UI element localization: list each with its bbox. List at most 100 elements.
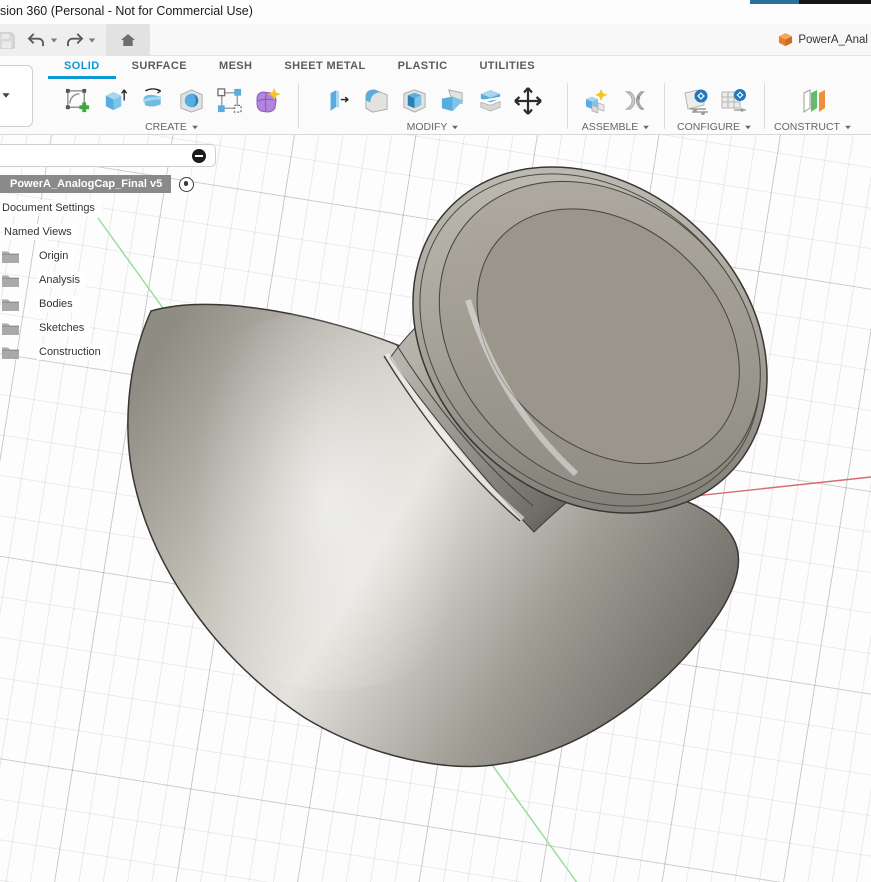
split-body-button[interactable] xyxy=(471,82,509,120)
dropdown-arrow-icon xyxy=(745,125,751,129)
browser-item-label: Sketches xyxy=(37,320,90,336)
shell-button[interactable] xyxy=(395,82,433,120)
document-tab-strip xyxy=(150,24,871,56)
browser-item-label: Named Views xyxy=(2,224,78,240)
folder-icon xyxy=(2,274,19,287)
home-tab-button[interactable] xyxy=(106,24,150,56)
dropdown-arrow-icon xyxy=(2,93,9,98)
browser-tab-dark xyxy=(799,0,871,4)
create-form-button[interactable] xyxy=(248,82,286,120)
construct-group-label-text: CONSTRUCT xyxy=(774,121,840,133)
dropdown-arrow-icon xyxy=(453,125,459,129)
tab-utilities[interactable]: UTILITIES xyxy=(463,56,551,79)
new-component-icon xyxy=(582,87,612,115)
ribbon-group-assemble: ASSEMBLE xyxy=(568,79,664,134)
move-copy-icon xyxy=(513,86,543,116)
undo-dropdown-arrow-icon[interactable] xyxy=(51,39,57,43)
dropdown-arrow-icon xyxy=(845,125,851,129)
fillet-icon xyxy=(363,87,390,114)
tab-solid[interactable]: SOLID xyxy=(48,56,116,79)
browser-item-bodies[interactable]: Bodies xyxy=(0,295,79,313)
extrude-button[interactable] xyxy=(96,82,134,120)
rectangular-pattern-button[interactable] xyxy=(210,82,248,120)
redo-button[interactable] xyxy=(62,29,86,51)
revolve-button[interactable] xyxy=(134,82,172,120)
floppy-disk-icon xyxy=(0,31,16,50)
extrude-icon xyxy=(102,87,129,114)
window-title: sion 360 (Personal - Not for Commercial … xyxy=(0,4,253,18)
browser-item-document-settings[interactable]: Document Settings xyxy=(0,199,101,217)
redo-dropdown-arrow-icon[interactable] xyxy=(89,39,95,43)
orange-cube-icon xyxy=(778,32,793,47)
browser-header-bar[interactable] xyxy=(0,144,216,167)
shell-icon xyxy=(401,87,428,114)
create-sketch-button[interactable] xyxy=(58,82,96,120)
configuration-button[interactable] xyxy=(677,82,715,120)
browser-root-label[interactable]: PowerA_AnalogCap_Final v5 xyxy=(0,175,171,193)
assemble-group-label-text: ASSEMBLE xyxy=(582,121,639,133)
redo-arrow-icon xyxy=(65,33,84,48)
revolve-icon xyxy=(139,87,167,114)
combine-button[interactable] xyxy=(433,82,471,120)
configuration-icon xyxy=(682,87,710,115)
construct-plane-button[interactable] xyxy=(794,82,832,120)
create-group-label[interactable]: CREATE xyxy=(145,120,199,134)
viewport-canvas[interactable]: PowerA_AnalogCap_Final v5 Document Setti… xyxy=(0,135,871,882)
browser-item-construction[interactable]: Construction xyxy=(0,343,107,361)
new-component-button[interactable] xyxy=(578,82,616,120)
construct-group-label[interactable]: CONSTRUCT xyxy=(774,120,852,134)
document-title-text: PowerA_Anal xyxy=(798,34,868,46)
browser-item-label: Analysis xyxy=(37,272,86,288)
ribbon-group-configure: CONFIGURE xyxy=(665,79,764,134)
undo-button[interactable] xyxy=(24,29,48,51)
create-group-label-text: CREATE xyxy=(145,121,187,133)
left-flyout-stub[interactable] xyxy=(0,65,33,127)
move-copy-button[interactable] xyxy=(509,82,547,120)
browser-item-origin[interactable]: Origin xyxy=(0,247,74,265)
fillet-button[interactable] xyxy=(357,82,395,120)
press-pull-button[interactable] xyxy=(319,82,357,120)
minus-circle-icon[interactable] xyxy=(192,149,206,163)
browser-item-analysis[interactable]: Analysis xyxy=(0,271,86,289)
configuration-table-icon xyxy=(720,87,748,115)
modify-group-label-text: MODIFY xyxy=(407,121,448,133)
browser-root-item[interactable]: PowerA_AnalogCap_Final v5 xyxy=(0,175,194,193)
dropdown-arrow-icon xyxy=(192,125,198,129)
split-body-icon xyxy=(477,87,504,114)
save-button[interactable] xyxy=(0,29,18,51)
browser-item-named-views[interactable]: Named Views xyxy=(2,223,78,241)
joint-button[interactable] xyxy=(616,82,654,120)
ribbon-group-modify: MODIFY xyxy=(299,79,567,134)
ribbon-group-create: CREATE xyxy=(46,79,298,134)
folder-icon xyxy=(2,346,19,359)
configuration-table-button[interactable] xyxy=(715,82,753,120)
combine-icon xyxy=(439,87,466,114)
ribbon-toolbar: CREATE xyxy=(0,79,871,135)
document-title-badge[interactable]: PowerA_Anal xyxy=(778,32,868,47)
ribbon-tab-bar: SOLID SURFACE MESH SHEET METAL PLASTIC U… xyxy=(0,56,871,79)
press-pull-icon xyxy=(325,87,351,114)
folder-icon xyxy=(2,298,19,311)
rectangular-pattern-icon xyxy=(216,87,243,114)
tab-plastic[interactable]: PLASTIC xyxy=(382,56,464,79)
browser-item-sketches[interactable]: Sketches xyxy=(0,319,90,337)
tab-mesh[interactable]: MESH xyxy=(203,56,268,79)
tab-sheet-metal[interactable]: SHEET METAL xyxy=(268,56,381,79)
create-form-icon xyxy=(253,87,281,115)
radio-dot-icon[interactable] xyxy=(179,177,194,192)
quick-access-toolbar: PowerA_Anal xyxy=(0,24,871,56)
modify-group-label[interactable]: MODIFY xyxy=(407,120,460,134)
configure-group-label-text: CONFIGURE xyxy=(677,121,740,133)
browser-item-label: Origin xyxy=(37,248,74,264)
browser-panel: PowerA_AnalogCap_Final v5 Document Setti… xyxy=(0,135,240,555)
folder-icon xyxy=(2,322,19,335)
configure-group-label[interactable]: CONFIGURE xyxy=(677,120,752,134)
browser-item-label: Document Settings xyxy=(0,200,101,216)
browser-tab-accent xyxy=(750,0,799,4)
assemble-group-label[interactable]: ASSEMBLE xyxy=(582,120,651,134)
dropdown-arrow-icon xyxy=(643,125,649,129)
tab-surface[interactable]: SURFACE xyxy=(116,56,203,79)
joint-icon xyxy=(621,87,649,114)
hole-button[interactable] xyxy=(172,82,210,120)
house-icon xyxy=(120,33,136,47)
